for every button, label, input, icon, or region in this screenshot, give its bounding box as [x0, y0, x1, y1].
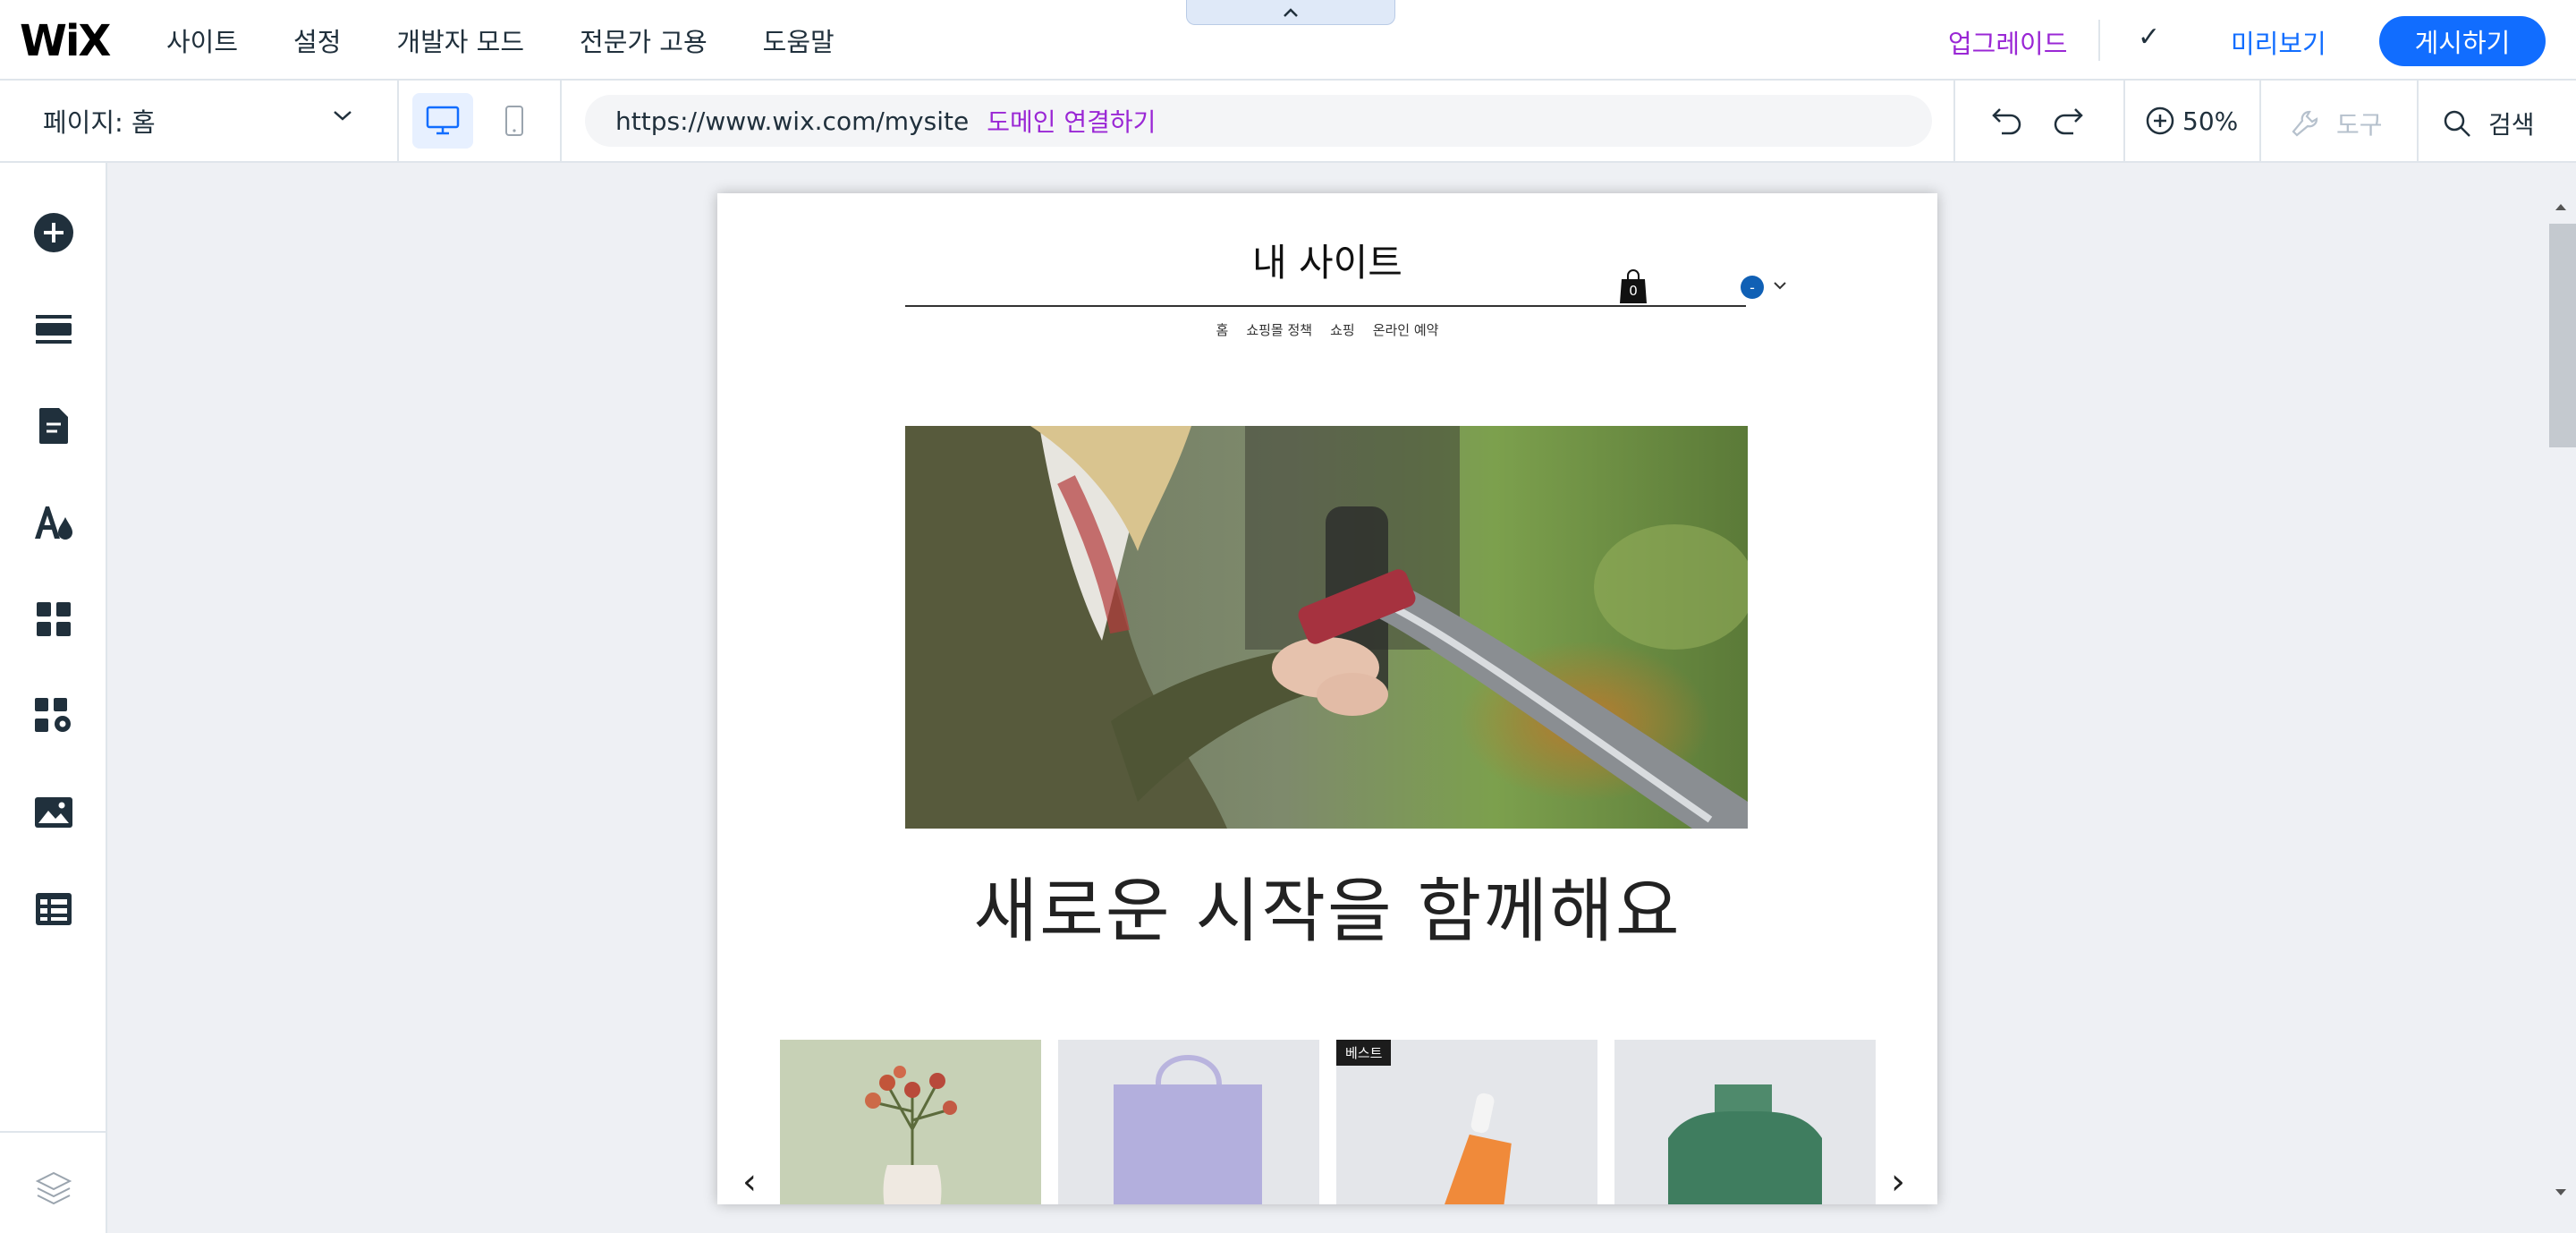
site-nav-booking[interactable]: 온라인 예약	[1373, 320, 1439, 339]
editor-canvas[interactable]: 내 사이트 0 - 홈 쇼핑몰 정책 쇼핑 온라인 예약 새로운 시작을 함께해…	[717, 193, 1937, 1204]
mobile-icon	[505, 106, 523, 136]
main-menu: 사이트 설정 개발자 모드 전문가 고용 도움말	[166, 0, 890, 81]
mobile-view-button[interactable]	[484, 93, 545, 149]
site-design-button[interactable]	[32, 501, 75, 544]
hero-image[interactable]	[905, 426, 1748, 829]
product-card[interactable]	[1058, 1040, 1319, 1204]
editor-toolbar: 페이지: 홈 https://www.wix.com/mysite 도메인 연결…	[0, 81, 2576, 163]
product-image-sweater	[1614, 1040, 1876, 1204]
desktop-view-button[interactable]	[412, 93, 473, 149]
scrollbar-thumb[interactable]	[2549, 224, 2576, 447]
menu-site[interactable]: 사이트	[166, 21, 238, 59]
site-url-bar: https://www.wix.com/mysite 도메인 연결하기	[585, 95, 1932, 147]
product-image-vase	[780, 1040, 1041, 1204]
product-card[interactable]	[1614, 1040, 1876, 1204]
business-tools-button[interactable]	[32, 694, 75, 737]
site-nav-policy[interactable]: 쇼핑몰 정책	[1246, 320, 1312, 339]
login-avatar-label: -	[1750, 278, 1755, 296]
search-icon	[2444, 110, 2470, 137]
search-label: 검색	[2488, 110, 2535, 140]
undo-icon	[1992, 108, 2021, 135]
collapse-toolbar-button[interactable]	[1186, 0, 1395, 25]
menu-hire-expert[interactable]: 전문가 고용	[580, 21, 708, 59]
sections-icon	[36, 315, 72, 344]
site-nav-home[interactable]: 홈	[1216, 320, 1229, 339]
carousel-prev-arrow[interactable]: ‹	[742, 1161, 757, 1203]
divider	[560, 81, 562, 161]
pages-icon	[39, 408, 68, 444]
divider	[0, 1131, 106, 1133]
menu-settings[interactable]: 설정	[293, 21, 341, 59]
add-icon	[34, 213, 73, 252]
menu-help[interactable]: 도움말	[763, 21, 835, 59]
publish-button[interactable]: 게시하기	[2379, 16, 2546, 66]
layers-button[interactable]	[32, 1167, 75, 1210]
page-selector-label: 페이지: 홈	[43, 107, 156, 138]
page-selector[interactable]: 페이지: 홈	[43, 81, 352, 161]
zoom-button[interactable]: 50%	[2145, 106, 2238, 136]
best-badge: 베스트	[1336, 1040, 1392, 1066]
login-avatar[interactable]: -	[1741, 276, 1764, 299]
search-button[interactable]: 검색	[2442, 106, 2535, 141]
divider	[1953, 81, 1955, 161]
business-apps-icon	[35, 698, 71, 732]
header-divider	[905, 305, 1746, 307]
scroll-down-icon[interactable]	[2555, 1188, 2567, 1197]
tools-label: 도구	[2336, 110, 2383, 140]
cart-count: 0	[1629, 283, 1638, 299]
saved-check-icon[interactable]: ✓	[2138, 21, 2160, 53]
upgrade-link[interactable]: 업그레이드	[1948, 23, 2067, 61]
wrench-icon	[2292, 110, 2318, 137]
chevron-down-icon	[334, 111, 352, 121]
left-sidebar	[0, 163, 107, 1233]
pages-button[interactable]	[32, 404, 75, 447]
product-card[interactable]	[780, 1040, 1041, 1204]
undo-button[interactable]	[1991, 106, 2023, 136]
scroll-up-icon[interactable]	[2555, 202, 2567, 211]
preview-button[interactable]: 미리보기	[2231, 23, 2326, 61]
hero-image-graphic	[905, 426, 1748, 829]
menu-dev-mode[interactable]: 개발자 모드	[396, 21, 524, 59]
connect-domain-link[interactable]: 도메인 연결하기	[987, 103, 1156, 139]
site-nav-shop[interactable]: 쇼핑	[1330, 320, 1355, 339]
zoom-in-icon	[2146, 106, 2174, 135]
divider	[2417, 81, 2419, 161]
design-icon	[35, 506, 72, 540]
product-image-tote-bag	[1058, 1040, 1319, 1204]
zoom-level: 50%	[2182, 106, 2239, 136]
tools-button[interactable]: 도구	[2290, 106, 2383, 141]
apps-icon	[37, 602, 71, 636]
top-bar: WiX 사이트 설정 개발자 모드 전문가 고용 도움말 업그레이드 ✓ 미리보…	[0, 0, 2576, 81]
layers-icon	[35, 1171, 72, 1205]
add-elements-button[interactable]	[32, 211, 75, 254]
cms-icon	[36, 893, 72, 925]
redo-button[interactable]	[2052, 106, 2084, 136]
divider	[2123, 81, 2125, 161]
cms-button[interactable]	[32, 888, 75, 931]
divider	[397, 81, 399, 161]
site-navigation: 홈 쇼핑몰 정책 쇼핑 온라인 예약	[717, 320, 1937, 339]
add-section-button[interactable]	[32, 308, 75, 351]
hero-headline[interactable]: 새로운 시작을 함께해요	[717, 855, 1937, 956]
product-card[interactable]: 베스트	[1336, 1040, 1597, 1204]
desktop-icon	[426, 106, 460, 135]
divider	[2259, 81, 2261, 161]
divider	[2098, 20, 2100, 61]
media-icon	[35, 797, 72, 828]
carousel-next-arrow[interactable]: ›	[1891, 1161, 1905, 1203]
app-market-button[interactable]	[32, 598, 75, 641]
wix-logo[interactable]: WiX	[20, 16, 111, 66]
redo-icon	[2054, 108, 2083, 135]
chevron-down-icon[interactable]	[1773, 281, 1787, 290]
chevron-up-icon	[1284, 7, 1298, 17]
site-url: https://www.wix.com/mysite	[615, 106, 970, 136]
media-button[interactable]	[32, 791, 75, 834]
